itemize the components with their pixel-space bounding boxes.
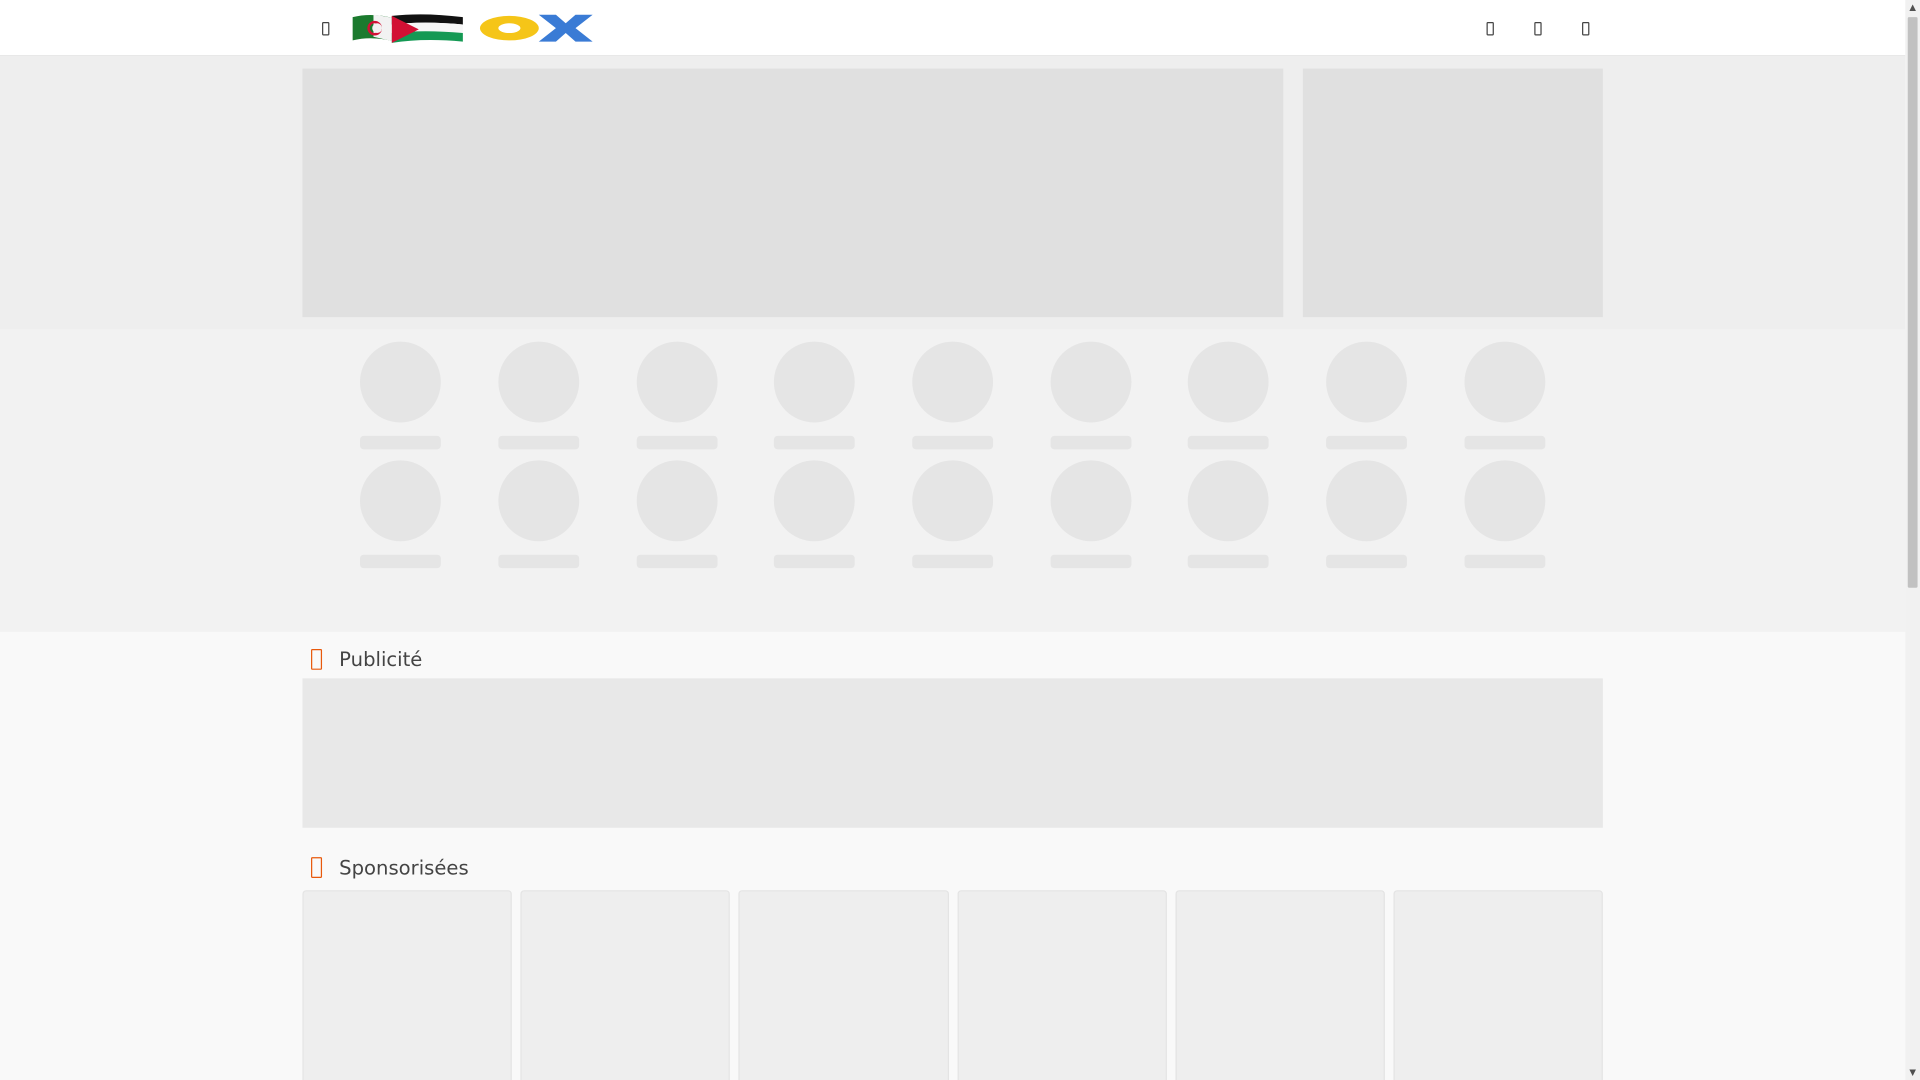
menu-button[interactable] — [316, 16, 336, 40]
account-icon — [1582, 21, 1590, 35]
category-label-placeholder — [912, 554, 994, 568]
page: Publicité Sponsorisées — [0, 0, 1906, 1080]
category-image-placeholder — [360, 341, 442, 423]
category-image-placeholder — [636, 341, 718, 423]
logo-graphic — [352, 14, 593, 43]
sponsored-card[interactable] — [956, 890, 1167, 1080]
category-item[interactable] — [332, 459, 470, 578]
category-label-placeholder — [1464, 554, 1546, 568]
star-icon — [311, 856, 323, 878]
category-image-placeholder — [774, 341, 856, 423]
category-label-placeholder — [774, 435, 856, 450]
category-image-placeholder — [498, 459, 580, 541]
category-label-placeholder — [498, 435, 580, 450]
viewport: Publicité Sponsorisées ▲ ▼ — [0, 0, 1920, 1080]
category-label-placeholder — [498, 554, 580, 568]
category-image-placeholder — [1188, 459, 1270, 541]
sponsored-card[interactable] — [1175, 890, 1385, 1080]
category-image-placeholder — [1050, 341, 1132, 423]
category-item[interactable] — [1022, 459, 1160, 578]
category-image-placeholder — [1326, 459, 1408, 541]
category-image-placeholder — [912, 341, 994, 423]
category-image-placeholder — [360, 459, 442, 541]
sponsored-card[interactable] — [738, 890, 949, 1080]
category-item[interactable] — [1436, 459, 1574, 578]
palestine-flag-icon — [391, 14, 463, 43]
sponsored-card[interactable] — [302, 890, 513, 1080]
notification-button[interactable] — [1528, 16, 1548, 40]
site-logo[interactable] — [350, 10, 595, 47]
vertical-scrollbar[interactable]: ▲ ▼ — [1905, 0, 1920, 1080]
category-image-placeholder — [1464, 459, 1546, 541]
category-label-placeholder — [636, 435, 718, 450]
search-button[interactable] — [1480, 16, 1500, 40]
category-image-placeholder — [1326, 341, 1408, 423]
category-image-placeholder — [1188, 341, 1270, 423]
scroll-up-arrow-icon[interactable]: ▲ — [1905, 0, 1920, 15]
category-item[interactable] — [746, 459, 884, 578]
logo-x-icon — [538, 14, 593, 42]
category-label-placeholder — [1050, 435, 1132, 450]
side-banner-placeholder[interactable] — [1302, 68, 1603, 318]
sponsored-card[interactable] — [1393, 890, 1603, 1080]
sponsored-section-title: Sponsorisées — [339, 855, 469, 879]
scrollbar-thumb[interactable] — [1907, 17, 1918, 588]
category-label-placeholder — [360, 435, 442, 450]
category-item[interactable] — [884, 459, 1022, 578]
category-item[interactable] — [1160, 459, 1298, 578]
category-image-placeholder — [636, 459, 718, 541]
menu-icon — [322, 21, 330, 35]
category-label-placeholder — [774, 554, 856, 568]
category-label-placeholder — [1326, 435, 1408, 450]
category-label-placeholder — [1188, 554, 1270, 568]
sponsored-card[interactable] — [520, 890, 731, 1080]
scroll-down-arrow-icon[interactable]: ▼ — [1905, 1065, 1920, 1080]
category-item[interactable] — [1160, 341, 1298, 460]
category-item[interactable] — [1298, 341, 1436, 460]
category-item[interactable] — [1298, 459, 1436, 578]
ad-section-header: Publicité — [302, 642, 422, 676]
category-label-placeholder — [636, 554, 718, 568]
category-item[interactable] — [1022, 341, 1160, 460]
category-item[interactable] — [470, 459, 608, 578]
algeria-flag-icon — [352, 14, 395, 42]
notification-icon — [1534, 21, 1542, 35]
category-label-placeholder — [1188, 435, 1270, 450]
category-item[interactable] — [1436, 341, 1574, 460]
category-image-placeholder — [1464, 341, 1546, 423]
category-image-placeholder — [912, 459, 994, 541]
ad-placeholder[interactable] — [302, 678, 1603, 828]
category-image-placeholder — [1050, 459, 1132, 541]
top-header — [0, 0, 1906, 57]
category-item[interactable] — [608, 459, 746, 578]
categories-grid — [332, 341, 1575, 578]
category-label-placeholder — [912, 435, 994, 450]
category-item[interactable] — [746, 341, 884, 460]
category-item[interactable] — [884, 341, 1022, 460]
category-item[interactable] — [332, 341, 470, 460]
category-image-placeholder — [498, 341, 580, 423]
sponsored-section-header: Sponsorisées — [302, 850, 469, 884]
sponsored-list — [302, 890, 1603, 1080]
category-label-placeholder — [360, 554, 442, 568]
category-label-placeholder — [1050, 554, 1132, 568]
search-icon — [1486, 21, 1494, 35]
category-image-placeholder — [774, 459, 856, 541]
account-button[interactable] — [1576, 16, 1596, 40]
category-item[interactable] — [470, 341, 608, 460]
ad-section-title: Publicité — [339, 647, 423, 671]
category-item[interactable] — [608, 341, 746, 460]
category-label-placeholder — [1326, 554, 1408, 568]
megaphone-icon — [311, 648, 323, 670]
hero-slider-placeholder[interactable] — [302, 68, 1284, 318]
category-label-placeholder — [1464, 435, 1546, 450]
